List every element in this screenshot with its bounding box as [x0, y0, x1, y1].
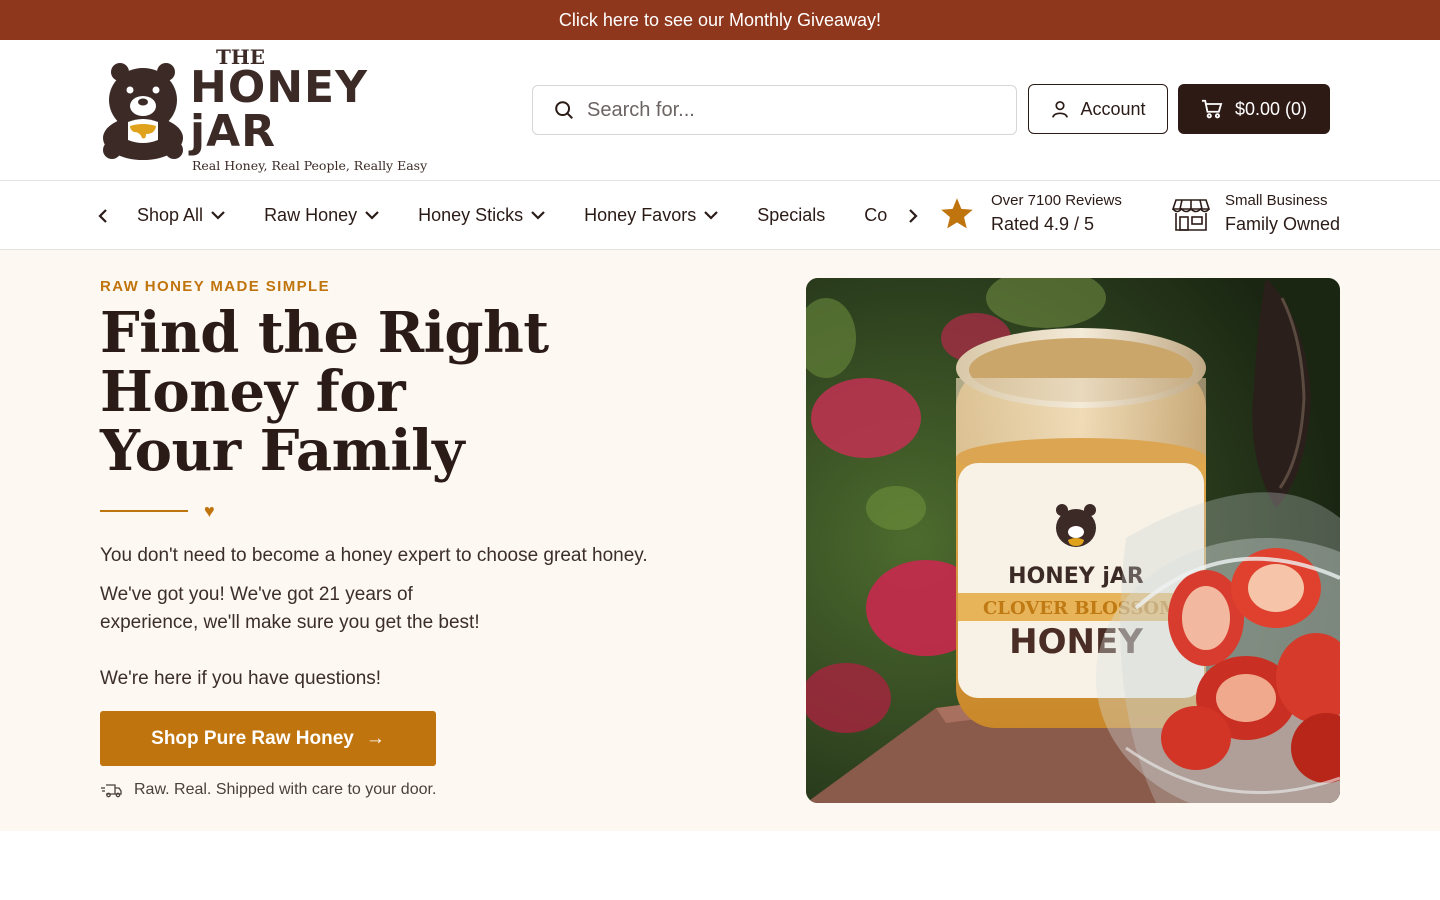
nav-item-honey-sticks[interactable]: Honey Sticks	[418, 205, 545, 226]
hero-section: RAW HONEY MADE SIMPLE Find the Right Hon…	[0, 250, 1440, 831]
search-bar[interactable]	[532, 85, 1017, 135]
nav-item-label: Specials	[757, 204, 826, 225]
site-header: THE HONEY jAR Real Honey, Real People, R…	[0, 40, 1440, 180]
reviews-rating: Rated 4.9 / 5	[991, 214, 1095, 234]
nav-item-label: Raw Honey	[264, 204, 358, 225]
shipping-note: Raw. Real. Shipped with care to your doo…	[100, 781, 436, 799]
chevron-down-icon	[211, 211, 225, 220]
cart-button[interactable]: $0.00 (0)	[1178, 84, 1330, 134]
storefront-icon	[1172, 199, 1210, 231]
user-icon	[1052, 101, 1069, 118]
nav-item-specials[interactable]: Specials	[757, 205, 825, 226]
hero-headline: Find the Right Honey for Your Family	[100, 304, 620, 481]
chevron-left-icon	[98, 209, 107, 223]
nav-item-co[interactable]: Co	[864, 205, 887, 226]
cta-label: Shop Pure Raw Honey	[151, 727, 354, 749]
promo-bar[interactable]: Click here to see our Monthly Giveaway!	[0, 0, 1440, 40]
reviews-badge[interactable]: Over 7100 Reviews Rated 4.9 / 5	[939, 191, 1122, 237]
nav-item-shop-all[interactable]: Shop All	[137, 205, 225, 226]
headline-line-1: Find the Right	[100, 300, 549, 366]
headline-line-3: Your Family	[100, 418, 465, 484]
search-icon	[555, 101, 573, 119]
nav-items: Shop All Raw Honey Honey Sticks Honey Fa…	[137, 181, 907, 249]
nav-item-label: Honey Sticks	[418, 204, 524, 225]
account-label: Account	[1080, 98, 1146, 119]
nav-item-label: Honey Favors	[584, 204, 697, 225]
business-small-label: Small Business	[1225, 192, 1328, 209]
headline-line-2: Honey for	[100, 359, 406, 425]
nav-next-arrow[interactable]	[903, 205, 923, 227]
reviews-count: Over 7100 Reviews	[991, 192, 1122, 209]
chevron-right-icon	[909, 209, 918, 223]
cart-label: $0.00 (0)	[1234, 98, 1308, 119]
chevron-down-icon	[365, 211, 379, 220]
hero-eyebrow: RAW HONEY MADE SIMPLE	[100, 278, 330, 295]
hero-paragraph-3: We're here if you have questions!	[100, 668, 382, 689]
arrow-right-icon: →	[365, 727, 385, 749]
hero-paragraph-2: We've got you! We've got 21 years of exp…	[100, 584, 480, 633]
shipping-text: Raw. Real. Shipped with care to your doo…	[134, 781, 437, 798]
hero-divider: ♥	[100, 502, 215, 520]
cart-icon	[1201, 99, 1223, 119]
nav-item-raw-honey[interactable]: Raw Honey	[264, 205, 379, 226]
business-big-label: Family Owned	[1225, 214, 1341, 234]
nav-item-honey-favors[interactable]: Honey Favors	[584, 205, 718, 226]
shop-raw-honey-button[interactable]: Shop Pure Raw Honey →	[100, 711, 436, 766]
delivery-truck-icon	[101, 784, 122, 798]
main-nav: Shop All Raw Honey Honey Sticks Honey Fa…	[0, 180, 1440, 250]
honey-jar-photo: HONEY jAR CLOVER BLOSSOM HONEY	[806, 278, 1340, 803]
logo-tagline: Real Honey, Real People, Really Easy	[192, 157, 428, 173]
chevron-down-icon	[531, 211, 545, 220]
bear-logo-icon	[103, 63, 183, 160]
nav-item-label: Shop All	[137, 204, 204, 225]
business-badge: Small Business Family Owned	[1172, 191, 1340, 237]
hero-paragraph-1: You don't need to become a honey expert …	[100, 545, 648, 566]
hero-image: HONEY jAR CLOVER BLOSSOM HONEY	[806, 278, 1340, 803]
nav-prev-arrow[interactable]	[93, 205, 113, 227]
logo-name: HONEY jAR	[190, 61, 368, 157]
chevron-down-icon	[704, 211, 718, 220]
star-icon	[941, 198, 973, 229]
heart-icon: ♥	[204, 501, 215, 521]
search-input[interactable]	[587, 98, 987, 122]
promo-text[interactable]: Click here to see our Monthly Giveaway!	[559, 10, 881, 31]
logo[interactable]: THE HONEY jAR Real Honey, Real People, R…	[100, 47, 427, 173]
account-button[interactable]: Account	[1028, 84, 1168, 134]
nav-item-label: Co	[864, 204, 888, 225]
